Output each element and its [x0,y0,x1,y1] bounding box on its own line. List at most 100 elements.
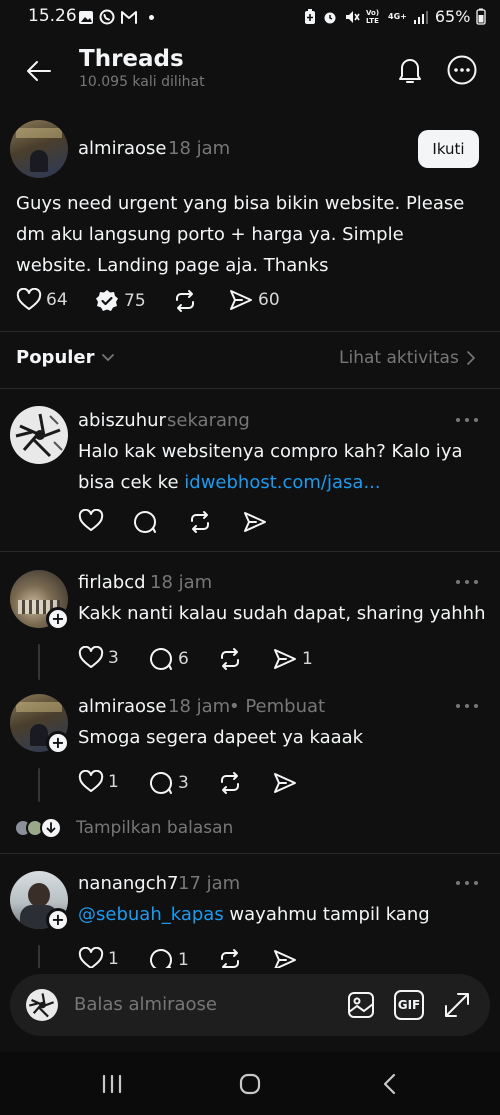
post-text: Guys need urgent yang bisa bikin website… [16,193,465,276]
follow-button[interactable]: Ikuti [418,130,479,168]
divider [0,853,500,854]
follow-plus-button[interactable]: + [46,731,70,755]
like-count: 1 [108,772,119,792]
sort-label: Populer [16,347,95,368]
reply-count: 75 [124,291,146,311]
gif-label: GIF [397,998,421,1012]
system-icons: Vo) LTE 4G+ 65% [304,7,487,26]
sketch-avatar-image [29,993,54,1018]
recent-apps-button[interactable] [100,1072,124,1096]
show-replies-label: Tampilkan balasan [76,818,234,838]
page-title: Threads [79,46,184,72]
header: Threads 10.095 kali dilihat [0,34,500,106]
more-options-button[interactable] [446,54,478,86]
repost-action[interactable] [172,288,198,314]
share-action[interactable]: 1 [272,647,313,671]
alarm-icon [324,12,336,23]
mention-link[interactable]: @sebuah_kapas [78,904,224,925]
repost-action[interactable] [217,646,243,672]
heart-icon [78,509,104,531]
comment-action[interactable]: 3 [148,770,189,796]
volte-label: Vo) LTE [366,8,380,25]
reply-input[interactable]: Balas almiraose GIF [10,974,490,1036]
network-type-label: 4G+ [388,12,407,21]
comment-count: 1 [178,950,189,970]
like-action[interactable]: 64 [16,288,68,312]
heart-icon [78,646,104,668]
view-activity-link[interactable]: Lihat aktivitas [339,348,475,368]
post-username[interactable]: almiraose [78,138,166,159]
battery-percent: 65% [434,7,471,26]
like-action[interactable]: 1 [78,770,119,794]
follow-plus-button[interactable]: + [46,908,70,932]
notification-icons [78,9,154,25]
image-icon [348,992,374,1018]
arrow-down-circle-icon [40,817,62,839]
back-button[interactable] [22,54,56,88]
heart-icon [16,288,42,310]
comment-icon [150,648,172,670]
show-replies-button[interactable]: Tampilkan balasan [14,817,233,839]
avatar[interactable] [10,406,68,464]
reply-text: Smoga segera dapeet ya kaaak [78,727,364,748]
arrow-left-icon [27,61,51,81]
home-button[interactable] [238,1072,262,1096]
battery-saver-icon [305,8,315,24]
reply-username[interactable]: nanangch7 [78,873,178,894]
repost-action[interactable] [187,509,213,535]
system-back-button[interactable] [378,1072,402,1096]
image-button[interactable] [346,990,376,1020]
send-icon [274,773,296,793]
divider [0,388,500,389]
post-time: 18 jam [168,138,231,159]
status-time: 15.26 [28,6,77,26]
repost-action[interactable] [217,770,243,796]
notifications-button[interactable] [394,54,426,86]
reply-more-button[interactable] [456,880,478,886]
whatsapp-icon [99,9,115,25]
reply-link[interactable]: idwebhost.com/jasa... [184,472,380,493]
like-count: 1 [108,949,119,969]
reply-more-button[interactable] [456,579,478,585]
follow-plus-button[interactable]: + [46,607,70,631]
reply-more-button[interactable] [456,703,478,709]
follow-label: Ikuti [432,140,465,158]
repost-icon [176,290,194,312]
gallery-icon [79,10,93,24]
thread-line [38,768,40,802]
share-count: 1 [302,649,313,669]
send-icon [244,512,266,532]
comment-action[interactable] [132,509,158,535]
reply-text-content: wayahmu tampil kang [223,904,430,925]
chevron-down-icon [101,353,114,361]
like-count: 64 [46,290,68,310]
sort-dropdown[interactable]: Populer [16,347,115,368]
signal-icon [413,10,428,24]
like-action[interactable]: 3 [78,646,119,670]
heart-icon [78,770,104,792]
expand-button[interactable] [442,990,472,1020]
gmail-icon [121,11,137,24]
repost-icon [221,772,239,794]
reply-username[interactable]: almiraose [78,696,166,717]
reply-time: sekarang [167,410,250,431]
reply-action[interactable]: 75 [94,288,146,314]
avatar[interactable] [10,120,68,178]
like-action[interactable] [78,509,104,533]
author-badge: • Pembuat [229,696,326,717]
reply-composer: Balas almiraose GIF [0,968,500,1048]
gif-button[interactable]: GIF [394,990,424,1020]
battery-icon [476,8,487,25]
reply-username[interactable]: firlabcd [78,572,146,593]
reply-more-button[interactable] [456,417,478,423]
sketch-avatar-image [15,413,63,458]
avatar [26,989,58,1021]
reply-text: Kakk nanti kalau sudah dapat, sharing ya… [78,603,486,624]
comment-action[interactable]: 6 [148,646,189,672]
share-action[interactable]: 60 [228,288,280,312]
reply-username[interactable]: abiszuhur [78,410,166,431]
divider [0,551,500,552]
share-action[interactable] [272,771,298,795]
share-action[interactable] [242,510,268,534]
bell-icon [399,59,421,83]
